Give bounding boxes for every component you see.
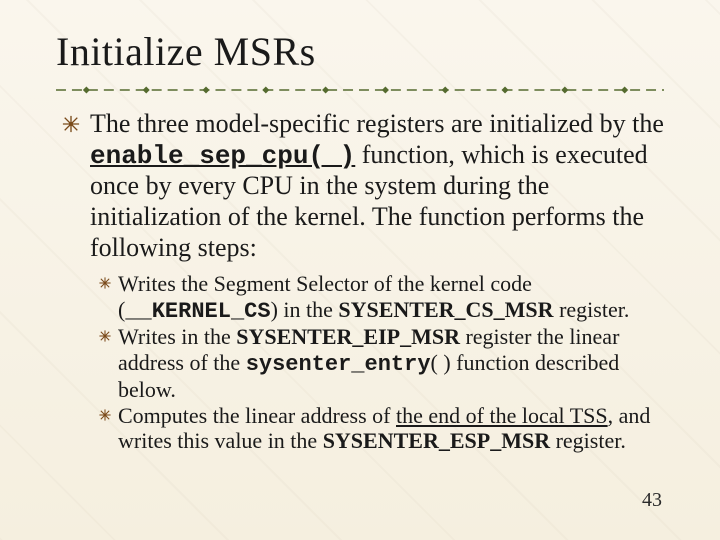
s1-c: register. — [554, 297, 630, 322]
sysenter-cs-msr: SYSENTER_CS_MSR — [338, 297, 553, 322]
sub-item-3: Computes the linear address of the end o… — [98, 403, 664, 454]
s3-c: register. — [550, 428, 626, 453]
sysenter-eip-msr: SYSENTER_EIP_MSR — [236, 324, 460, 349]
kernel-cs-code: __KERNEL_CS — [125, 299, 270, 324]
snowflake-bullet-icon — [98, 408, 112, 422]
end-of-local-tss: the end of the local TSS — [396, 403, 608, 428]
enable-sep-cpu-code: enable_sep_cpu( ) — [90, 141, 355, 171]
main-bullet-block: The three model-specific registers are i… — [62, 109, 664, 263]
sub-item-1: Writes the Segment Selector of the kerne… — [98, 271, 664, 324]
snowflake-bullet-icon — [98, 276, 112, 290]
sub-bullet-list: Writes the Segment Selector of the kerne… — [98, 271, 664, 454]
sysenter-esp-msr: SYSENTER_ESP_MSR — [323, 428, 550, 453]
s3-a: Computes the linear address of — [118, 403, 396, 428]
snowflake-bullet-icon — [98, 329, 112, 343]
s1-b: ) in the — [271, 297, 339, 322]
main-paragraph: The three model-specific registers are i… — [90, 109, 664, 263]
divider — [56, 85, 664, 95]
sub-text-2: Writes in the SYSENTER_EIP_MSR register … — [118, 324, 664, 403]
slide-title: Initialize MSRs — [56, 28, 664, 75]
sub-text-3: Computes the linear address of the end o… — [118, 403, 664, 454]
sub-text-1: Writes the Segment Selector of the kerne… — [118, 271, 664, 324]
main-text-pre: The three model-specific registers are i… — [90, 109, 664, 138]
snowflake-bullet-icon — [62, 115, 80, 133]
page-number: 43 — [642, 489, 662, 512]
s2-a: Writes in the — [118, 324, 236, 349]
sub-item-2: Writes in the SYSENTER_EIP_MSR register … — [98, 324, 664, 403]
sysenter-entry-code: sysenter_entry — [246, 352, 431, 377]
slide: Initialize MSRs — [0, 0, 720, 540]
divider-graphic — [56, 85, 664, 95]
